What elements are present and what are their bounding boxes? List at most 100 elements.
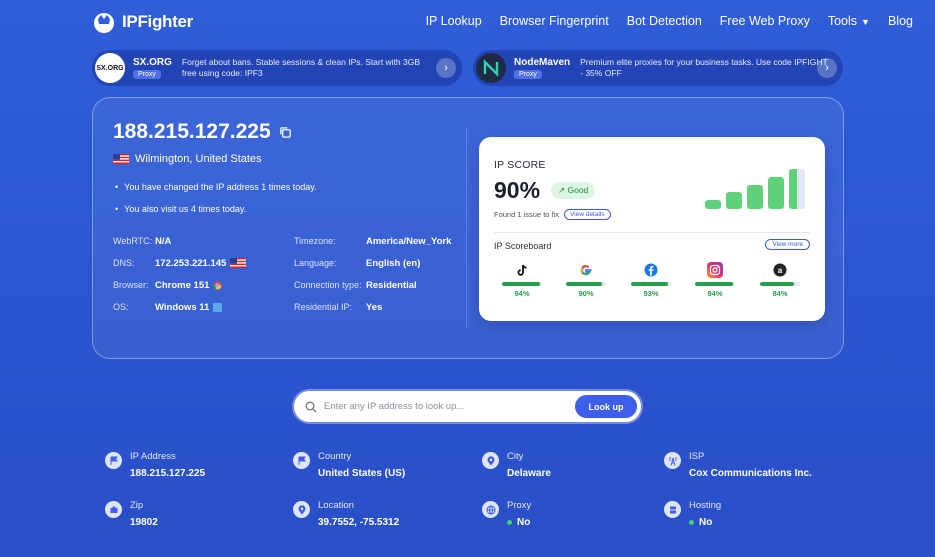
proxy-badge: Proxy	[514, 70, 542, 79]
detail-ip-address: IP Address 188.215.127.225	[105, 451, 205, 479]
issue-text: Found 1 issue to fix	[494, 210, 560, 219]
status-dot	[507, 520, 512, 525]
detail-location: Location 39.7552, -75.5312	[293, 500, 399, 528]
chevron-right-icon[interactable]: ›	[436, 58, 456, 78]
brand-logo[interactable]: IPFighter	[92, 10, 193, 34]
detail-city: City Delaware	[482, 451, 551, 479]
score-level-bar-4	[768, 177, 784, 209]
instagram-score: 94%	[707, 289, 723, 298]
look-up-button[interactable]: Look up	[575, 395, 637, 418]
os-row: OS: Windows 11	[113, 300, 223, 314]
location-value: 39.7552, -75.5312	[318, 517, 400, 528]
nav-tools[interactable]: Tools ▼	[828, 14, 870, 28]
timezone-row: Timezone: America/New_York	[294, 234, 451, 248]
ip-score-card: IP SCORE 90% ↗ Good Found 1 issue to fix…	[479, 137, 825, 321]
city-value: Delaware	[507, 468, 551, 479]
os-value: Windows 11	[155, 301, 210, 313]
os-label: OS:	[113, 302, 129, 312]
nodemaven-logo-icon	[476, 53, 506, 83]
browser-row: Browser: Chrome 151	[113, 278, 222, 292]
scoreboard-amazon: a 84%	[755, 262, 805, 298]
hosting-value-wrap: No	[689, 517, 721, 528]
browser-label: Browser:	[113, 280, 149, 290]
ip-address-value: 188.215.127.225	[113, 120, 271, 143]
copy-icon[interactable]	[279, 126, 292, 139]
score-status-text: Good	[567, 185, 589, 195]
ip-heading: 188.215.127.225	[113, 120, 292, 144]
detail-isp: ISP Cox Communications Inc.	[664, 451, 812, 479]
google-score-bar	[566, 282, 606, 286]
promo-brand-name: NodeMaven	[514, 57, 571, 68]
residential-ip-row: Residential IP: Yes	[294, 300, 382, 314]
zip-icon	[105, 501, 122, 518]
hosting-label: Hosting	[689, 500, 722, 511]
connection-type-value: Residential	[366, 279, 417, 291]
dns-label: DNS:	[113, 258, 135, 268]
promo-brand-name: SX.ORG	[133, 57, 172, 68]
nav-tools-label: Tools	[827, 14, 858, 28]
promo-nodemaven[interactable]: NodeMaven Proxy Premium elite proxies fo…	[473, 50, 843, 86]
svg-text:a: a	[778, 266, 783, 275]
chrome-icon	[213, 280, 222, 290]
ip-search-bar: Look up	[294, 391, 641, 422]
bullet-ip-changes: You have changed the IP address 1 times …	[115, 176, 316, 198]
ip-search-input[interactable]	[324, 401, 569, 412]
residential-ip-value: Yes	[366, 301, 383, 313]
dns-value: 172.253.221.145	[155, 257, 227, 269]
scoreboard-tiktok: 94%	[497, 262, 547, 298]
ip-score-value: 90%	[494, 177, 541, 203]
os-value-wrap: Windows 11	[155, 301, 223, 313]
timezone-label: Timezone:	[294, 236, 336, 246]
top-nav: IPFighter IP Lookup Browser Fingerprint …	[0, 0, 935, 44]
detail-hosting: Hosting No	[664, 500, 721, 528]
dns-value-wrap: 172.253.221.145	[155, 257, 247, 269]
ip-address-label: IP Address	[130, 451, 176, 462]
visit-notes: You have changed the IP address 1 times …	[115, 176, 316, 220]
nav-browser-fingerprint[interactable]: Browser Fingerprint	[500, 14, 609, 28]
chevron-right-icon[interactable]: ›	[817, 58, 837, 78]
proxy-globe-icon	[482, 501, 499, 518]
instagram-score-fill	[695, 282, 733, 286]
tiktok-score: 94%	[514, 289, 530, 298]
hosting-server-icon	[664, 501, 681, 518]
view-more-button[interactable]: View more	[765, 239, 810, 250]
nav-blog[interactable]: Blog	[888, 14, 913, 28]
nav-bot-detection[interactable]: Bot Detection	[627, 14, 702, 28]
google-icon	[578, 262, 594, 278]
facebook-score-bar	[631, 282, 671, 286]
residential-ip-label: Residential IP:	[294, 302, 353, 312]
score-level-bar-3	[747, 185, 763, 209]
location-pin-icon	[293, 501, 310, 518]
promo-text: Premium elite proxies for your business …	[580, 57, 828, 78]
hosting-value: No	[699, 517, 713, 528]
google-score-fill	[566, 282, 602, 286]
promo-sx-org[interactable]: SX.ORG SX.ORG Proxy Forget about bans. S…	[92, 50, 462, 86]
connection-type-row: Connection type: Residential	[294, 278, 417, 292]
location-label: Location	[318, 500, 354, 511]
detail-proxy: Proxy No	[482, 500, 531, 528]
detail-country: Country United States (US)	[293, 451, 405, 479]
ip-score-title: IP SCORE	[494, 159, 546, 171]
ip-location: Wilmington, United States	[113, 153, 262, 165]
country-value: United States (US)	[318, 468, 406, 479]
view-details-button[interactable]: View details	[564, 209, 611, 220]
score-status-badge: ↗ Good	[551, 182, 596, 199]
card-divider	[466, 128, 467, 328]
timezone-value: America/New_York	[366, 235, 452, 247]
language-label: Language:	[294, 258, 337, 268]
webrtc-row: WebRTC: N/A	[113, 234, 171, 248]
nav-free-web-proxy[interactable]: Free Web Proxy	[720, 14, 810, 28]
country-flag-icon	[293, 452, 310, 469]
isp-label: ISP	[689, 451, 705, 462]
dns-row: DNS: 172.253.221.145	[113, 256, 247, 270]
sx-org-logo: SX.ORG	[95, 53, 125, 83]
webrtc-label: WebRTC:	[113, 236, 153, 246]
facebook-icon	[643, 262, 659, 278]
us-flag-icon	[230, 258, 247, 268]
proxy-badge: Proxy	[133, 70, 161, 79]
brand-name: IPFighter	[122, 12, 193, 31]
isp-value: Cox Communications Inc.	[689, 468, 812, 479]
zip-value: 19802	[130, 517, 158, 528]
browser-value-wrap: Chrome 151	[155, 280, 222, 291]
nav-ip-lookup[interactable]: IP Lookup	[426, 14, 482, 28]
